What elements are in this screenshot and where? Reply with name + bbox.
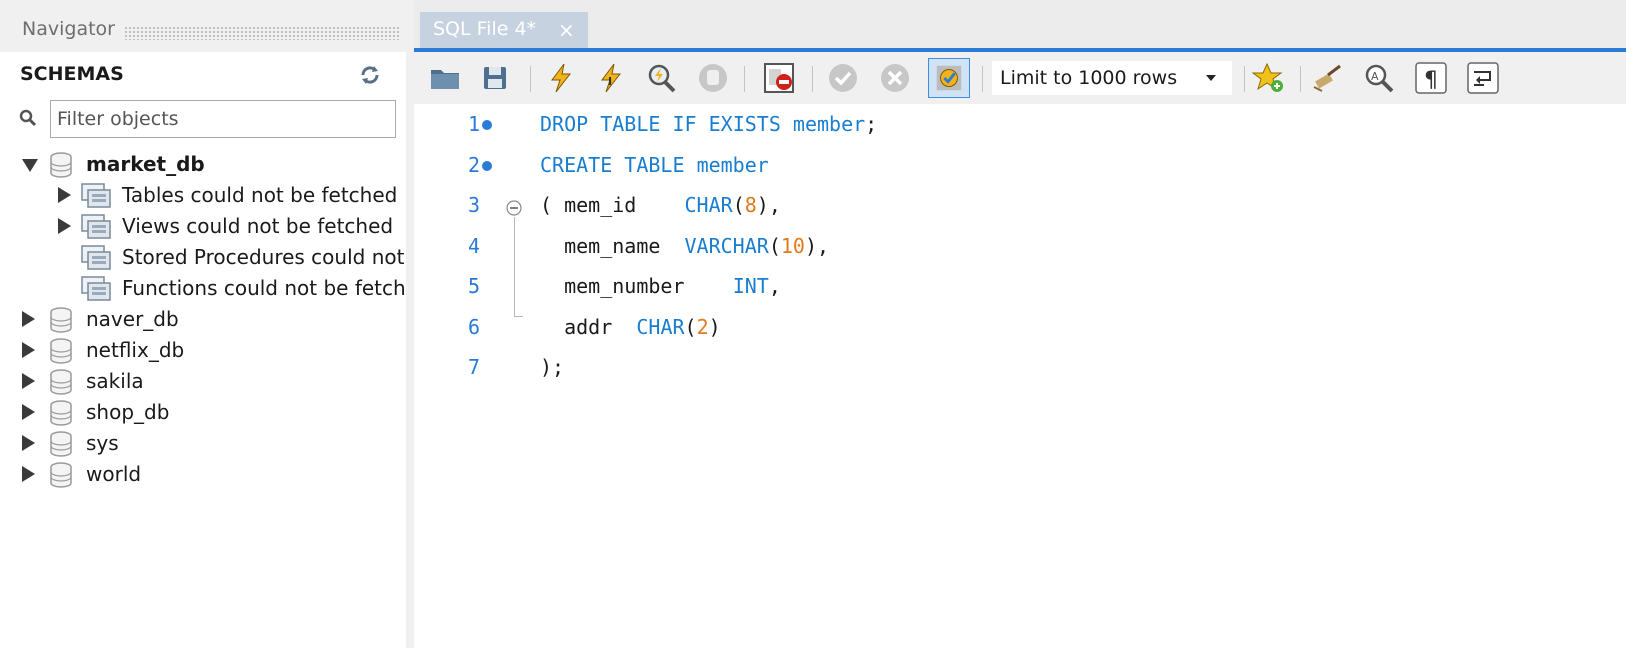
schema-label: shop_db bbox=[86, 400, 170, 424]
navigator-panel: Navigator SCHEMAS market_db Tables could … bbox=[0, 0, 414, 648]
collapse-arrow-icon[interactable] bbox=[22, 342, 35, 358]
code-line[interactable]: 1 DROP TABLE IF EXISTS member; bbox=[414, 104, 1626, 144]
code-line[interactable]: 6 addr CHAR(2) bbox=[414, 307, 1626, 347]
schema-item-sys[interactable]: sys bbox=[0, 429, 406, 459]
code-line[interactable]: 3 ( mem_id CHAR(8), bbox=[414, 185, 1626, 225]
code-line[interactable]: 4 mem_name VARCHAR(10), bbox=[414, 226, 1626, 266]
toolbar-separator bbox=[1244, 66, 1245, 92]
statement-marker-icon bbox=[482, 160, 492, 171]
tab-bar: SQL File 4* × bbox=[414, 0, 1626, 52]
schema-item-market-db[interactable]: market_db bbox=[0, 150, 406, 180]
tab-sql-file[interactable]: SQL File 4* × bbox=[420, 12, 588, 48]
toolbar-separator bbox=[812, 66, 813, 92]
wrap-icon[interactable] bbox=[1466, 61, 1500, 95]
rollback-icon[interactable] bbox=[878, 61, 912, 95]
code-text: ); bbox=[540, 355, 565, 379]
svg-text:I: I bbox=[608, 75, 612, 88]
schema-child-item[interactable]: Views could not be fetched bbox=[0, 212, 406, 242]
code-text: ( mem_id CHAR(8), bbox=[540, 193, 781, 217]
schemas-label: SCHEMAS bbox=[20, 63, 124, 85]
schema-item-world[interactable]: world bbox=[0, 460, 406, 490]
schema-label: sakila bbox=[86, 369, 144, 393]
schema-item-shop-db[interactable]: shop_db bbox=[0, 398, 406, 428]
commit-icon[interactable] bbox=[826, 61, 860, 95]
line-number: 5 bbox=[467, 274, 480, 298]
schema-item-naver-db[interactable]: naver_db bbox=[0, 305, 406, 335]
code-text: CREATE TABLE member bbox=[540, 152, 769, 177]
schema-label: netflix_db bbox=[86, 338, 185, 362]
schema-label: world bbox=[86, 462, 142, 486]
chevron-down-icon bbox=[1206, 75, 1216, 81]
navigator-title: Navigator bbox=[22, 18, 115, 40]
line-number: 6 bbox=[467, 314, 480, 339]
statement-marker-icon bbox=[482, 120, 492, 130]
filter-objects-input[interactable] bbox=[50, 100, 396, 138]
search-icon bbox=[19, 109, 37, 127]
schema-child-label: Stored Procedures could not be fetched bbox=[122, 245, 406, 269]
schema-tree: market_db Tables could not be fetched View… bbox=[0, 150, 406, 510]
navigator-header: Navigator bbox=[0, 0, 414, 52]
collapse-arrow-icon[interactable] bbox=[22, 373, 35, 389]
beautify-icon[interactable] bbox=[1310, 61, 1344, 95]
line-number: 1 bbox=[467, 112, 480, 136]
find-icon[interactable]: A bbox=[1362, 61, 1396, 95]
code-line[interactable]: 2 CREATE TABLE member bbox=[414, 145, 1626, 185]
toolbar-separator bbox=[530, 66, 531, 92]
panel-splitter[interactable] bbox=[406, 0, 414, 648]
close-icon[interactable]: × bbox=[558, 18, 575, 42]
code-text: mem_name VARCHAR(10), bbox=[564, 233, 830, 258]
open-file-icon[interactable] bbox=[428, 61, 462, 95]
collapse-arrow-icon[interactable] bbox=[22, 466, 35, 482]
stop-icon[interactable] bbox=[696, 61, 730, 95]
execute-icon[interactable] bbox=[544, 61, 578, 95]
line-number: 3 bbox=[467, 193, 480, 217]
schema-child-item[interactable]: Stored Procedures could not be fetched bbox=[0, 243, 406, 273]
schema-child-item[interactable]: Functions could not be fetched bbox=[0, 274, 406, 304]
tab-label: SQL File 4* bbox=[433, 18, 537, 40]
schema-child-label: Tables could not be fetched bbox=[122, 183, 398, 207]
schema-child-item[interactable]: Tables could not be fetched bbox=[0, 181, 406, 211]
editor-area: SQL File 4* × I Limit to 1000 rows A ¶ 1… bbox=[414, 0, 1626, 648]
code-line[interactable]: 5 mem_number INT, bbox=[414, 266, 1626, 306]
schema-child-label: Functions could not be fetched bbox=[122, 276, 406, 300]
collapse-arrow-icon[interactable] bbox=[22, 404, 35, 420]
toggle-error-icon[interactable] bbox=[762, 61, 796, 95]
code-line[interactable]: 7); bbox=[414, 347, 1626, 387]
collapse-arrow-icon[interactable] bbox=[22, 311, 35, 327]
line-number: 7 bbox=[467, 355, 480, 379]
line-number: 2 bbox=[467, 152, 480, 177]
limit-rows-label: Limit to 1000 rows bbox=[1000, 67, 1178, 89]
svg-text:¶: ¶ bbox=[1424, 68, 1438, 93]
toolbar-separator bbox=[744, 66, 745, 92]
schema-label: naver_db bbox=[86, 307, 179, 331]
expand-arrow-icon[interactable] bbox=[22, 159, 38, 172]
sql-editor[interactable]: 1 DROP TABLE IF EXISTS member; 2 CREATE TAB… bbox=[414, 104, 1626, 648]
invisible-chars-icon[interactable]: ¶ bbox=[1414, 61, 1448, 95]
refresh-icon[interactable] bbox=[358, 63, 382, 87]
collapse-arrow-icon[interactable] bbox=[58, 218, 71, 234]
bookmark-icon[interactable] bbox=[1252, 61, 1286, 95]
code-text: DROP TABLE IF EXISTS member; bbox=[540, 112, 878, 136]
toolbar-separator bbox=[982, 66, 983, 92]
navigator-drag-grip[interactable] bbox=[124, 26, 400, 40]
execute-current-icon[interactable]: I bbox=[594, 61, 628, 95]
save-icon[interactable] bbox=[478, 61, 512, 95]
schema-child-label: Views could not be fetched bbox=[122, 214, 394, 238]
schema-item-netflix-db[interactable]: netflix_db bbox=[0, 336, 406, 366]
schema-label: market_db bbox=[86, 152, 205, 176]
toolbar-separator bbox=[1300, 66, 1301, 92]
explain-icon[interactable] bbox=[644, 61, 678, 95]
svg-text:A: A bbox=[1371, 70, 1379, 83]
limit-rows-select[interactable]: Limit to 1000 rows bbox=[992, 61, 1232, 95]
collapse-arrow-icon[interactable] bbox=[58, 187, 71, 203]
code-text: mem_number INT, bbox=[564, 274, 781, 298]
autocommit-toggle[interactable] bbox=[928, 58, 970, 98]
collapse-arrow-icon[interactable] bbox=[22, 435, 35, 451]
line-number: 4 bbox=[467, 233, 480, 258]
code-text: addr CHAR(2) bbox=[564, 314, 721, 339]
schema-item-sakila[interactable]: sakila bbox=[0, 367, 406, 397]
editor-toolbar: I Limit to 1000 rows A ¶ bbox=[414, 52, 1626, 104]
schema-label: sys bbox=[86, 431, 119, 455]
autocommit-icon bbox=[936, 65, 962, 91]
